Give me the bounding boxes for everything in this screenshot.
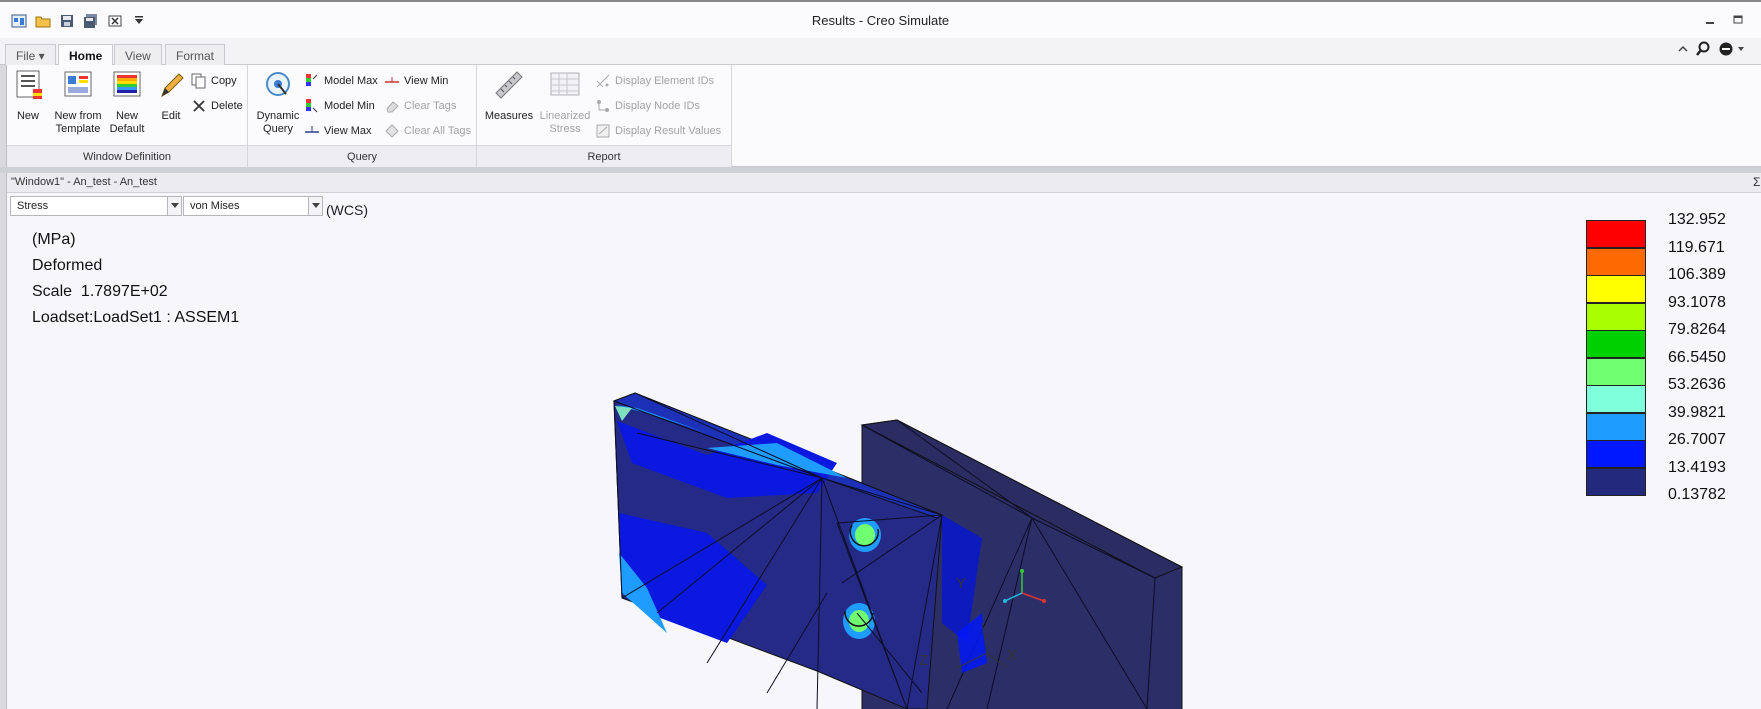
triad-x-label: X bbox=[1007, 647, 1017, 664]
legend-value: 26.7007 bbox=[1668, 431, 1726, 448]
dynamic-query-button[interactable]: Dynamic Query bbox=[256, 69, 300, 136]
legend-swatch bbox=[1586, 275, 1646, 303]
legend-value: 106.389 bbox=[1668, 266, 1726, 283]
window-title: Results - Creo Simulate bbox=[811, 13, 950, 28]
measures-button[interactable]: Measures bbox=[481, 69, 537, 123]
dynamic-query-icon bbox=[266, 72, 290, 96]
new-button[interactable]: New bbox=[13, 69, 43, 123]
result-values-icon bbox=[596, 124, 610, 138]
group-label-query: Query bbox=[248, 145, 476, 167]
ribbon: New New from Template New Default Edit C… bbox=[7, 65, 1761, 167]
delete-icon bbox=[193, 100, 205, 112]
legend-swatch bbox=[1586, 357, 1646, 386]
expand-icon[interactable]: Σ bbox=[1753, 175, 1760, 189]
legend-swatch bbox=[1586, 330, 1646, 358]
legend-value: 93.1078 bbox=[1668, 293, 1726, 311]
help-icon[interactable] bbox=[1718, 41, 1746, 60]
new-default-button[interactable]: New Default bbox=[105, 69, 149, 136]
legend-value: 39.9821 bbox=[1668, 403, 1726, 421]
legend-value: 13.4193 bbox=[1668, 458, 1726, 476]
search-icon[interactable] bbox=[1695, 41, 1711, 60]
tab-format[interactable]: Format bbox=[165, 44, 226, 65]
eraser-all-icon bbox=[385, 124, 399, 138]
title-bar: Results - Creo Simulate bbox=[0, 0, 1761, 38]
legend-value: 53.2636 bbox=[1668, 376, 1726, 393]
tab-view[interactable]: View bbox=[114, 44, 162, 65]
group-query: Dynamic Query Model Max Model Min View M… bbox=[248, 65, 477, 167]
model-min-button[interactable]: Model Min bbox=[304, 97, 375, 115]
model-max-icon bbox=[306, 74, 318, 86]
group-label-report: Report bbox=[477, 145, 731, 167]
model-min-icon bbox=[306, 99, 318, 113]
triad-y-label: Y bbox=[956, 575, 966, 592]
tab-home[interactable]: Home bbox=[58, 44, 114, 66]
clear-all-tags-button[interactable]: Clear All Tags bbox=[384, 122, 471, 140]
minimize-icon[interactable] bbox=[1702, 12, 1718, 28]
legend-swatch bbox=[1586, 302, 1646, 331]
ruler-icon bbox=[495, 71, 523, 99]
legend-value: 132.952 bbox=[1668, 211, 1726, 228]
group-report: Measures Linearized Stress Display Eleme… bbox=[477, 65, 732, 167]
edit-button[interactable]: Edit bbox=[154, 69, 188, 123]
delete-button[interactable]: Delete bbox=[191, 97, 243, 115]
legend-value: 0.13782 bbox=[1668, 486, 1726, 503]
view-min-button[interactable]: View Min bbox=[384, 72, 448, 90]
result-window-title: "Window1" - An_test - An_test bbox=[7, 173, 1761, 193]
model-max-button[interactable]: Model Max bbox=[304, 72, 378, 90]
legend-swatch bbox=[1586, 467, 1646, 496]
pencil-icon bbox=[161, 73, 184, 98]
node-ids-icon bbox=[597, 100, 609, 112]
linearized-stress-button[interactable]: Linearized Stress bbox=[537, 69, 593, 136]
legend-swatch bbox=[1586, 247, 1646, 276]
template-icon bbox=[64, 71, 92, 97]
group-label-window-definition: Window Definition bbox=[7, 145, 247, 167]
triad-z-label: Z bbox=[919, 652, 928, 669]
view-max-icon bbox=[305, 126, 319, 133]
display-result-values-button[interactable]: Display Result Values bbox=[595, 122, 721, 140]
eraser-icon bbox=[386, 101, 399, 113]
clear-tags-button[interactable]: Clear Tags bbox=[384, 97, 456, 115]
tab-file[interactable]: File ▾ bbox=[5, 44, 56, 65]
new-from-template-button[interactable]: New from Template bbox=[49, 69, 107, 136]
view-max-button[interactable]: View Max bbox=[304, 122, 371, 140]
restore-icon[interactable] bbox=[1730, 12, 1746, 28]
legend-swatch bbox=[1586, 412, 1646, 441]
new-window-icon bbox=[16, 70, 42, 99]
fem-model: Y X Z bbox=[612, 392, 1184, 709]
legend-swatch bbox=[1586, 220, 1646, 248]
legend-swatch bbox=[1586, 440, 1646, 468]
ribbon-tabs: File ▾ Home View Format bbox=[0, 38, 1761, 66]
legend-value: 66.5450 bbox=[1668, 348, 1726, 366]
legend-value: 79.8264 bbox=[1668, 321, 1726, 338]
default-window-icon bbox=[113, 71, 141, 97]
linearized-stress-icon bbox=[550, 72, 580, 96]
group-window-definition: New New from Template New Default Edit C… bbox=[7, 65, 248, 167]
element-ids-icon bbox=[596, 74, 610, 88]
legend-value: 119.671 bbox=[1668, 238, 1725, 256]
result-viewport[interactable]: Stress von Mises (WCS) (MPa) Deformed Sc… bbox=[7, 193, 1761, 709]
view-min-icon bbox=[385, 77, 399, 83]
display-node-ids-button[interactable]: Display Node IDs bbox=[595, 97, 700, 115]
display-element-ids-button[interactable]: Display Element IDs bbox=[595, 72, 714, 90]
copy-icon bbox=[191, 73, 206, 89]
left-edge bbox=[0, 65, 7, 709]
copy-button[interactable]: Copy bbox=[191, 72, 237, 90]
minimize-ribbon-icon[interactable] bbox=[1676, 42, 1690, 59]
legend-swatch bbox=[1586, 385, 1646, 413]
